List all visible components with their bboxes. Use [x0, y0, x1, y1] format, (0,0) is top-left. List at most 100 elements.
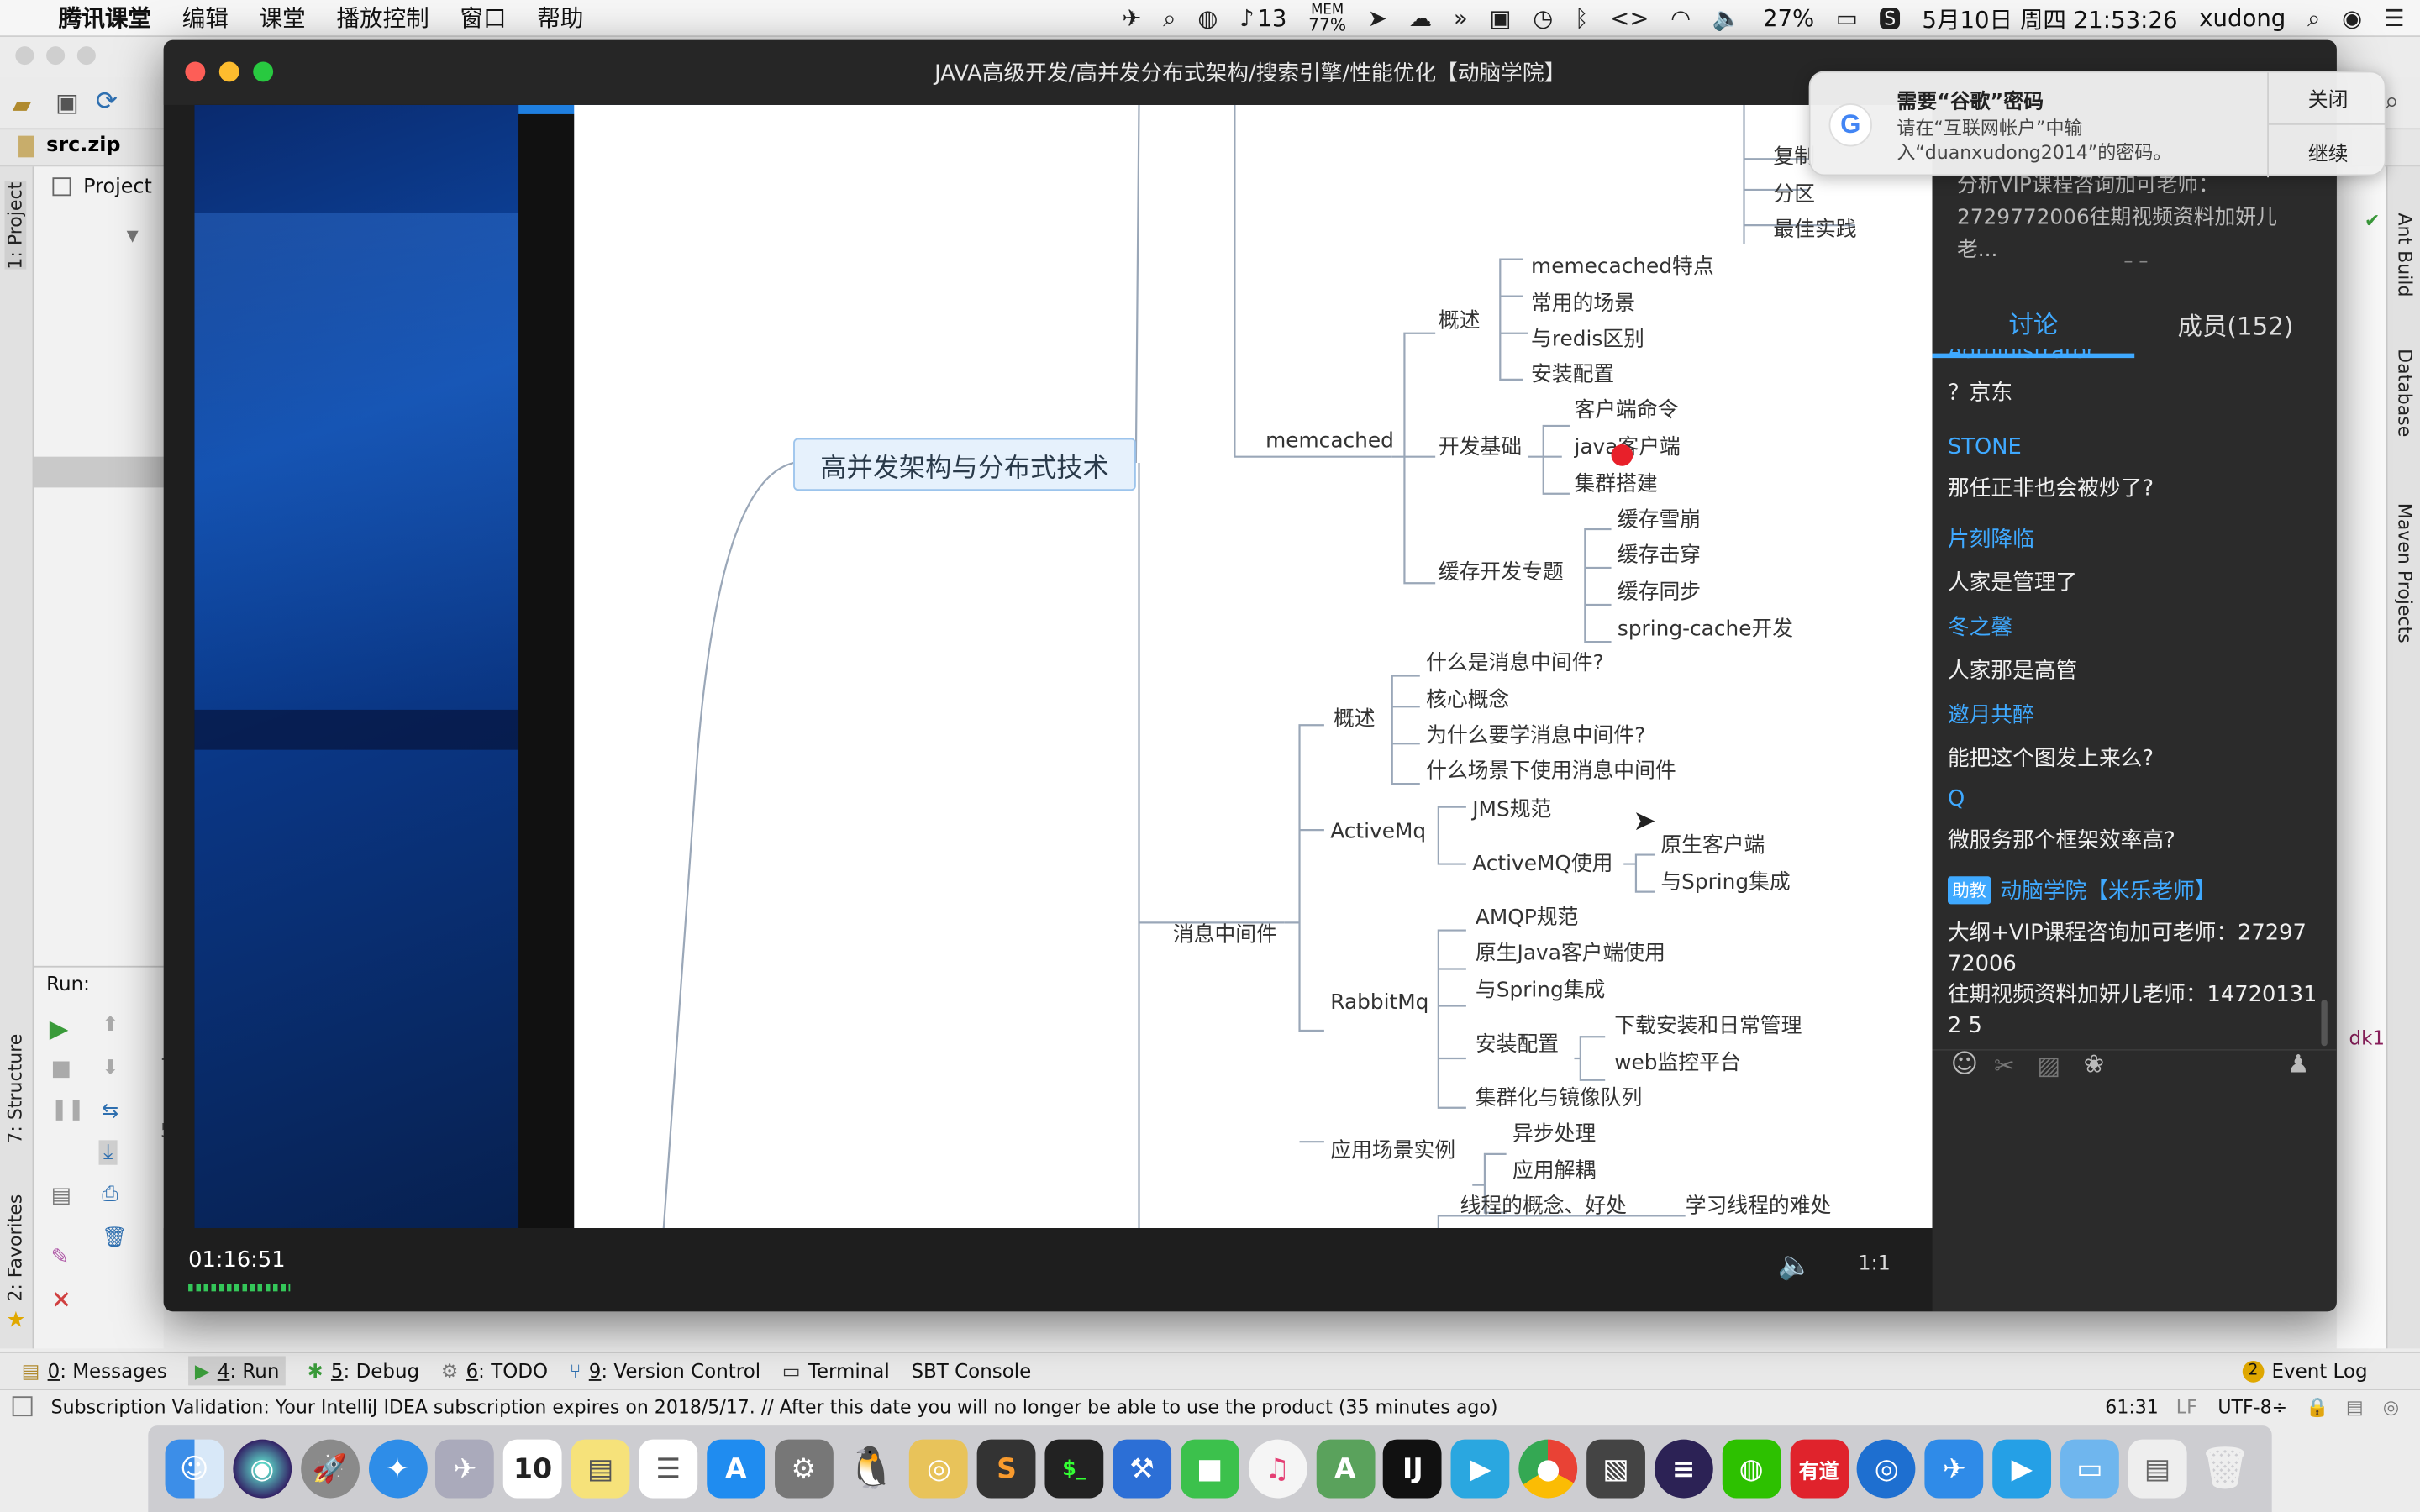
tool-messages[interactable]: ▤ 0: Messages — [22, 1359, 167, 1383]
eagle-app-icon[interactable]: ✈ — [435, 1439, 495, 1499]
notification-continue-button[interactable]: 继续 — [2269, 125, 2387, 177]
emoji-icon[interactable]: ☺ — [1951, 1049, 1979, 1080]
notification-bell[interactable]: ♪ 13 — [1239, 5, 1286, 33]
sublime-icon[interactable]: S — [1879, 8, 1901, 29]
mm-node[interactable]: 什么场景下使用消息中间件 — [1426, 753, 1676, 784]
time-machine-icon[interactable]: ◷ — [1533, 5, 1553, 33]
forward-icon[interactable]: » — [1454, 5, 1468, 33]
facetime-icon[interactable]: ■ — [1180, 1439, 1239, 1499]
flower-icon[interactable]: ❀ — [2084, 1049, 2105, 1079]
run-pause-icon[interactable]: ❚❚ — [51, 1099, 85, 1122]
tab-members[interactable]: 成员(152) — [2134, 290, 2337, 358]
tab-discussion[interactable]: 讨论 — [1932, 290, 2135, 359]
assistant-name[interactable]: 动脑学院【米乐老师】 — [2000, 874, 2216, 906]
mm-node[interactable]: 概述 — [1439, 302, 1481, 333]
collapse-icon[interactable]: – – — [2123, 250, 2148, 272]
chat-sender[interactable]: 片刻降临 — [1948, 523, 2324, 554]
database-icon[interactable]: ◎ — [909, 1439, 969, 1499]
ide-tab-src-zip[interactable]: src.zip — [46, 134, 120, 158]
feishu-icon[interactable]: ✈ — [1924, 1439, 1984, 1499]
progress-bar[interactable] — [188, 1284, 1886, 1292]
menu-edit[interactable]: 编辑 — [182, 2, 229, 34]
chat-sender[interactable]: STONE — [1948, 435, 2324, 459]
infuse-icon[interactable]: ▶ — [1450, 1439, 1510, 1499]
mm-node[interactable]: 与Spring集成 — [1660, 864, 1790, 895]
notification-close-button[interactable]: 关闭 — [2269, 72, 2388, 125]
caret-position[interactable]: 61:31 — [2105, 1395, 2159, 1417]
safari-icon[interactable]: ✦ — [368, 1439, 427, 1499]
run-print-icon[interactable]: ⎙ — [102, 1184, 118, 1207]
run-settings-icon[interactable]: ▤ — [51, 1184, 71, 1208]
finder-icon[interactable]: ☺ — [165, 1439, 224, 1499]
mm-node[interactable]: 下载安装和日常管理 — [1614, 1007, 1802, 1038]
tool-favorites[interactable]: 2: Favorites — [5, 1194, 27, 1302]
tool-run[interactable]: ▶ 4: Run — [188, 1356, 286, 1386]
mm-node[interactable]: 什么是消息中间件? — [1426, 645, 1604, 675]
chat-sender[interactable]: 邀月共醉 — [1948, 699, 2324, 730]
zoom-button[interactable] — [253, 61, 274, 82]
mm-node[interactable]: 开发基础 — [1439, 429, 1522, 459]
tool-todo[interactable]: ⚙ 6: TODO — [441, 1359, 548, 1383]
ide-minimize-button[interactable] — [46, 46, 66, 66]
run-close-icon[interactable]: ✕ — [51, 1285, 72, 1315]
tree-expand-icon[interactable]: ▼ — [127, 228, 139, 245]
intellij-icon[interactable]: IJ — [1383, 1439, 1443, 1499]
siri-icon[interactable]: ◉ — [232, 1439, 292, 1499]
run-play-icon[interactable]: ▶ — [50, 1014, 69, 1043]
system-preferences-icon[interactable]: ⚙ — [774, 1439, 834, 1499]
save-icon[interactable]: ▣ — [55, 88, 79, 118]
notification-center-icon[interactable]: ☰ — [2384, 5, 2405, 33]
mm-node[interactable]: 概述 — [1334, 701, 1376, 731]
run-scroll-icon[interactable]: ⤓ — [98, 1140, 118, 1165]
image-icon[interactable]: ▨ — [2037, 1051, 2060, 1080]
wechat-icon[interactable]: ◍ — [1197, 5, 1218, 33]
battery-percent[interactable]: 27% — [1763, 5, 1814, 33]
screenshot-icon[interactable]: ✂ — [1994, 1051, 2015, 1080]
youdao-icon[interactable]: 有道 — [1789, 1439, 1849, 1499]
tool-debug[interactable]: ✱ 5: Debug — [307, 1359, 419, 1383]
send-icon[interactable]: ➤ — [1368, 5, 1387, 33]
mm-node[interactable]: 核心概念 — [1426, 682, 1509, 712]
battery-icon[interactable]: ▭ — [1836, 5, 1858, 33]
memory-indicator[interactable]: MEM 77% — [1308, 3, 1346, 34]
bluetooth-icon[interactable]: ᛒ — [1575, 5, 1589, 33]
memory-icon[interactable]: ◎ — [2383, 1395, 2399, 1417]
chat-scrollbar[interactable] — [2321, 1000, 2328, 1047]
bird-icon[interactable]: ✈ — [1122, 5, 1141, 33]
mm-node[interactable]: 学习线程的难处 — [1686, 1188, 1832, 1219]
mm-node[interactable]: 客户端命令 — [1574, 392, 1678, 423]
close-button[interactable] — [185, 61, 206, 82]
launchpad-icon[interactable]: 🚀 — [300, 1439, 360, 1499]
file-encoding[interactable]: UTF-8÷ — [2217, 1395, 2287, 1417]
mm-node[interactable]: 缓存雪崩 — [1618, 501, 1701, 532]
quicktime-icon[interactable]: ◎ — [1857, 1439, 1917, 1499]
mm-node[interactable]: AMQP规范 — [1476, 900, 1578, 930]
menu-playback[interactable]: 播放控制 — [336, 2, 429, 34]
datetime[interactable]: 5月10日 周四 21:53:26 — [1922, 3, 2177, 35]
mm-node[interactable]: 最佳实践 — [1773, 212, 1856, 242]
code-icon[interactable]: <> — [1610, 5, 1649, 33]
mm-node[interactable]: 应用解耦 — [1512, 1152, 1596, 1183]
run-stop-icon[interactable]: ■ — [51, 1057, 71, 1081]
menu-help[interactable]: 帮助 — [537, 2, 583, 34]
run-wrap-icon[interactable]: ⇆ — [102, 1100, 118, 1124]
wechat-icon[interactable]: ◍ — [1722, 1439, 1781, 1499]
user-name[interactable]: xudong — [2199, 5, 2286, 33]
lock-icon[interactable]: 🔒 — [2306, 1395, 2328, 1417]
mm-node-mq[interactable]: 消息中间件 — [1173, 916, 1277, 947]
menu-app-name[interactable]: 腾讯课堂 — [59, 2, 151, 34]
mm-node[interactable]: spring-cache开发 — [1618, 611, 1793, 642]
tool-ant-build[interactable]: Ant Build — [2394, 213, 2416, 297]
run-up-icon[interactable]: ⬆ — [102, 1014, 118, 1037]
documents-stack-icon[interactable]: ▤ — [2128, 1439, 2187, 1499]
microphone-icon[interactable]: ▣ — [1489, 5, 1511, 33]
qq-search-icon[interactable]: ⌕ — [1163, 5, 1176, 33]
run-down-icon[interactable]: ⬇ — [102, 1057, 118, 1080]
xcode-icon[interactable]: ⚒ — [1113, 1439, 1171, 1499]
mind-map-center-node[interactable]: 高并发架构与分布式技术 — [793, 438, 1136, 491]
chat-sender[interactable]: Administrator — [1948, 349, 2324, 364]
status-message[interactable]: Subscription Validation: Your IntelliJ I… — [51, 1395, 1498, 1417]
mm-node[interactable]: 安装配置 — [1476, 1026, 1559, 1057]
user-icon[interactable]: ♟ — [2287, 1049, 2309, 1079]
mm-node[interactable]: ActiveMQ使用 — [1472, 846, 1612, 876]
